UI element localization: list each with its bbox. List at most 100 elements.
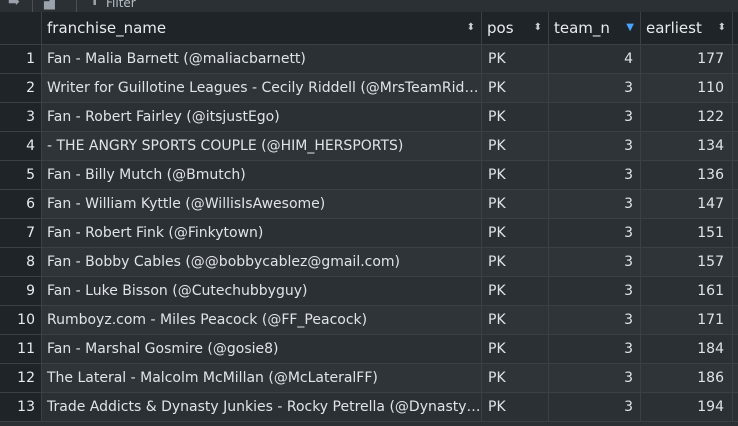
row-index[interactable]: 1 <box>0 45 42 73</box>
cell-franchise-name[interactable]: Fan - Luke Bisson (@Cutechubbyguy) <box>42 277 482 305</box>
cell-franchise-name[interactable]: Fan - Malia Barnett (@maliacbarnett) <box>42 45 482 73</box>
cell-franchise-name[interactable]: Fan - Robert Fairley (@itsjustEgo) <box>42 103 482 131</box>
cell-pos[interactable]: PK <box>482 219 549 247</box>
cell-earliest[interactable]: 151 <box>641 219 733 247</box>
cell-pos[interactable]: PK <box>482 45 549 73</box>
cell-pos[interactable]: PK <box>482 306 549 334</box>
cell-overflow <box>733 277 738 305</box>
table-row[interactable]: 6 Fan - William Kyttle (@WillisIsAwesome)… <box>0 190 738 219</box>
cell-earliest[interactable]: 157 <box>641 248 733 276</box>
cell-team-n[interactable]: 3 <box>549 306 641 334</box>
table-row[interactable]: 5 Fan - Billy Mutch (@Bmutch) PK 3 136 <box>0 161 738 190</box>
column-header-label: pos <box>487 19 514 37</box>
cell-pos[interactable]: PK <box>482 103 549 131</box>
cell-pos[interactable]: PK <box>482 364 549 392</box>
filter-button[interactable]: Filter <box>106 0 136 10</box>
table-row[interactable]: 2 Writer for Guillotine Leagues - Cecily … <box>0 74 738 103</box>
sort-descending-icon[interactable]: ▼ <box>626 12 634 44</box>
column-header-pos[interactable]: pos ⬍ <box>482 12 549 44</box>
cell-overflow <box>733 364 738 392</box>
cell-franchise-name[interactable]: Rumboyz.com - Miles Peacock (@FF_Peacock… <box>42 306 482 334</box>
column-header-label: earliest <box>646 19 702 37</box>
table-row[interactable]: 9 Fan - Luke Bisson (@Cutechubbyguy) PK 3 16… <box>0 277 738 306</box>
toolbar-divider <box>32 0 33 12</box>
cell-team-n[interactable]: 3 <box>549 277 641 305</box>
row-index[interactable]: 2 <box>0 74 42 102</box>
cell-overflow <box>733 103 738 131</box>
table-row[interactable]: 8 Fan - Bobby Cables (@@bobbycablez@gmail… <box>0 248 738 277</box>
table-row[interactable]: 1 Fan - Malia Barnett (@maliacbarnett) PK 4… <box>0 45 738 74</box>
sort-icon[interactable]: ⬍ <box>467 12 475 44</box>
cell-pos[interactable]: PK <box>482 277 549 305</box>
cell-earliest[interactable]: 194 <box>641 393 733 421</box>
cell-franchise-name[interactable]: Fan - William Kyttle (@WillisIsAwesome) <box>42 190 482 218</box>
column-header-franchise-name[interactable]: franchise_name ⬍ <box>42 12 482 44</box>
table-row[interactable]: 3 Fan - Robert Fairley (@itsjustEgo) PK 3 12… <box>0 103 738 132</box>
table-row[interactable]: 7 Fan - Robert Fink (@Finkytown) PK 3 151 <box>0 219 738 248</box>
cell-earliest[interactable]: 110 <box>641 74 733 102</box>
cell-earliest[interactable]: 184 <box>641 335 733 363</box>
row-index[interactable]: 10 <box>0 306 42 334</box>
cell-earliest[interactable]: 147 <box>641 190 733 218</box>
cell-franchise-name[interactable]: Writer for Guillotine Leagues - Cecily R… <box>42 74 482 102</box>
cell-team-n[interactable]: 3 <box>549 103 641 131</box>
cell-team-n[interactable]: 3 <box>549 248 641 276</box>
cell-team-n[interactable]: 3 <box>549 132 641 160</box>
cell-earliest[interactable]: 161 <box>641 277 733 305</box>
row-index[interactable]: 12 <box>0 364 42 392</box>
forward-arrow-icon[interactable]: ➡ <box>8 0 20 10</box>
sort-icon[interactable]: ⬍ <box>534 12 542 44</box>
cell-team-n[interactable]: 3 <box>549 190 641 218</box>
table-row[interactable]: 11 Fan - Marshal Gosmire (@gosie8) PK 3 184 <box>0 335 738 364</box>
cell-earliest[interactable]: 136 <box>641 161 733 189</box>
sort-icon[interactable]: ⬍ <box>718 12 726 44</box>
filter-icon[interactable]: ⬆ <box>90 0 99 10</box>
cell-pos[interactable]: PK <box>482 161 549 189</box>
table-row[interactable]: 10 Rumboyz.com - Miles Peacock (@FF_Peaco… <box>0 306 738 335</box>
cell-team-n[interactable]: 3 <box>549 219 641 247</box>
row-index[interactable]: 3 <box>0 103 42 131</box>
export-icon[interactable]: ▟ <box>44 0 55 10</box>
cell-overflow <box>733 132 738 160</box>
cell-pos[interactable]: PK <box>482 190 549 218</box>
table-row[interactable]: 12 The Lateral - Malcolm McMillan (@McLat… <box>0 364 738 393</box>
cell-team-n[interactable]: 4 <box>549 45 641 73</box>
cell-overflow <box>733 393 738 421</box>
row-index[interactable]: 8 <box>0 248 42 276</box>
cell-franchise-name[interactable]: The Lateral - Malcolm McMillan (@McLater… <box>42 364 482 392</box>
cell-team-n[interactable]: 3 <box>549 364 641 392</box>
cell-franchise-name[interactable]: Fan - Marshal Gosmire (@gosie8) <box>42 335 482 363</box>
cell-team-n[interactable]: 3 <box>549 335 641 363</box>
row-index[interactable]: 4 <box>0 132 42 160</box>
cell-earliest[interactable]: 171 <box>641 306 733 334</box>
cell-franchise-name[interactable]: Fan - Bobby Cables (@@bobbycablez@gmail.… <box>42 248 482 276</box>
cell-pos[interactable]: PK <box>482 248 549 276</box>
cell-team-n[interactable]: 3 <box>549 74 641 102</box>
table-row[interactable]: 13 Trade Addicts & Dynasty Junkies - Rock… <box>0 393 738 422</box>
toolbar: ➡ ▟ ⬆ Filter <box>0 0 738 12</box>
row-index[interactable]: 11 <box>0 335 42 363</box>
table-row[interactable]: 4 - THE ANGRY SPORTS COUPLE (@HIM_HERSPO… <box>0 132 738 161</box>
row-index[interactable]: 9 <box>0 277 42 305</box>
cell-team-n[interactable]: 3 <box>549 393 641 421</box>
cell-earliest[interactable]: 186 <box>641 364 733 392</box>
cell-overflow <box>733 306 738 334</box>
row-index[interactable]: 7 <box>0 219 42 247</box>
cell-franchise-name[interactable]: Fan - Robert Fink (@Finkytown) <box>42 219 482 247</box>
cell-pos[interactable]: PK <box>482 335 549 363</box>
cell-earliest[interactable]: 122 <box>641 103 733 131</box>
column-header-earliest[interactable]: earliest ⬍ <box>641 12 733 44</box>
cell-pos[interactable]: PK <box>482 132 549 160</box>
row-index[interactable]: 13 <box>0 393 42 421</box>
cell-earliest[interactable]: 134 <box>641 132 733 160</box>
cell-franchise-name[interactable]: - THE ANGRY SPORTS COUPLE (@HIM_HERSPORT… <box>42 132 482 160</box>
cell-pos[interactable]: PK <box>482 393 549 421</box>
row-index[interactable]: 5 <box>0 161 42 189</box>
cell-franchise-name[interactable]: Trade Addicts & Dynasty Junkies - Rocky … <box>42 393 482 421</box>
column-header-team-n[interactable]: team_n ▼ <box>549 12 641 44</box>
cell-pos[interactable]: PK <box>482 74 549 102</box>
cell-franchise-name[interactable]: Fan - Billy Mutch (@Bmutch) <box>42 161 482 189</box>
cell-team-n[interactable]: 3 <box>549 161 641 189</box>
row-index[interactable]: 6 <box>0 190 42 218</box>
cell-earliest[interactable]: 177 <box>641 45 733 73</box>
